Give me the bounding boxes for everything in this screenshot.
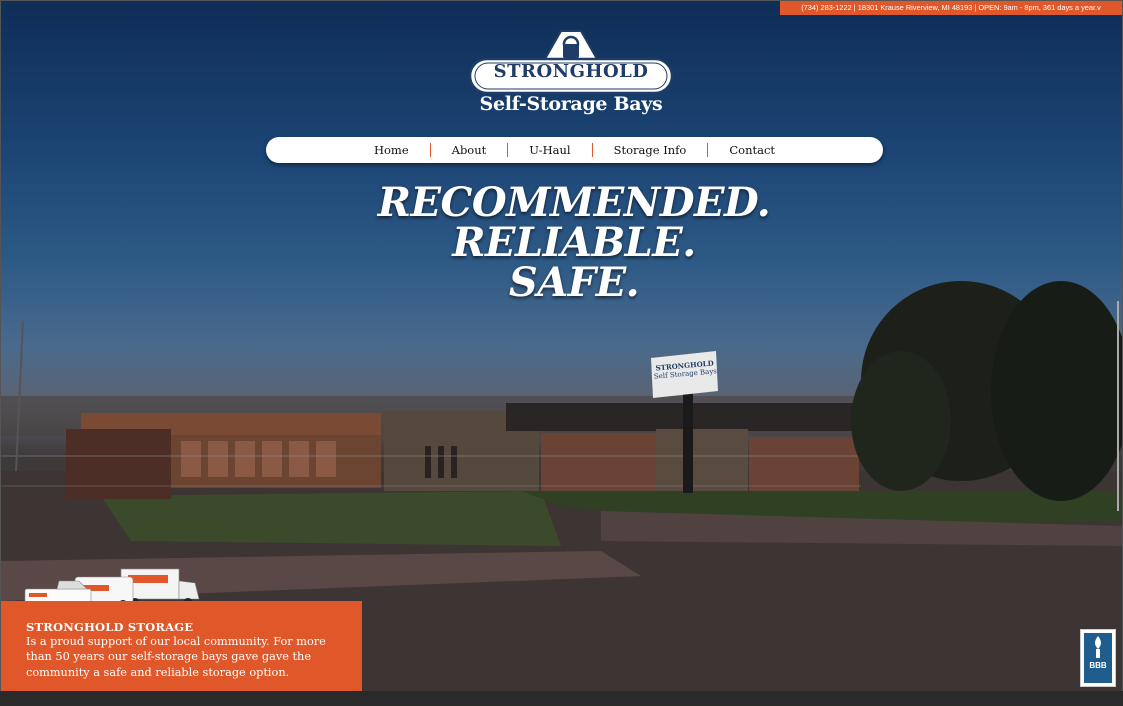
logo-name: STRONGHOLD	[493, 61, 649, 82]
nav-item-uhaul[interactable]: U-Haul	[507, 143, 591, 157]
bottom-strip	[0, 691, 1123, 706]
page: STRONGHOLD Self Storage Bays (734) 283-1…	[0, 0, 1123, 693]
hero-line-safe: SAFE.	[508, 259, 640, 306]
bbb-badge-icon[interactable]: BBB	[1080, 629, 1116, 687]
contact-info-text: (734) 283-1222 | 18301 Krause Riverview,…	[801, 3, 1101, 12]
nav-item-contact[interactable]: Contact	[707, 143, 796, 157]
bbb-badge-panel: BBB	[1084, 633, 1112, 683]
hero-line-recommended: RECOMMENDED.	[377, 179, 771, 226]
hero-headline: RECOMMENDED. RELIABLE. SAFE.	[301, 183, 847, 303]
main-nav: Home About U-Haul Storage Info Contact	[266, 137, 883, 163]
bbb-badge-label: BBB	[1089, 661, 1107, 670]
nav-item-home[interactable]: Home	[353, 143, 430, 157]
about-info-box: STRONGHOLD STORAGE Is a proud support of…	[1, 601, 362, 692]
logo-subtitle: Self-Storage Bays	[479, 93, 663, 115]
padlock-icon	[543, 30, 599, 60]
hero-line-reliable: RELIABLE.	[452, 219, 696, 266]
info-box-title: STRONGHOLD STORAGE	[26, 620, 194, 634]
bbb-torch-icon	[1095, 636, 1101, 658]
nav-item-storage-info[interactable]: Storage Info	[591, 143, 708, 157]
contact-info-bar: (734) 283-1222 | 18301 Krause Riverview,…	[780, 1, 1122, 15]
nav-item-about[interactable]: About	[429, 143, 508, 157]
info-box-text: Is a proud support of our local communit…	[26, 635, 326, 679]
